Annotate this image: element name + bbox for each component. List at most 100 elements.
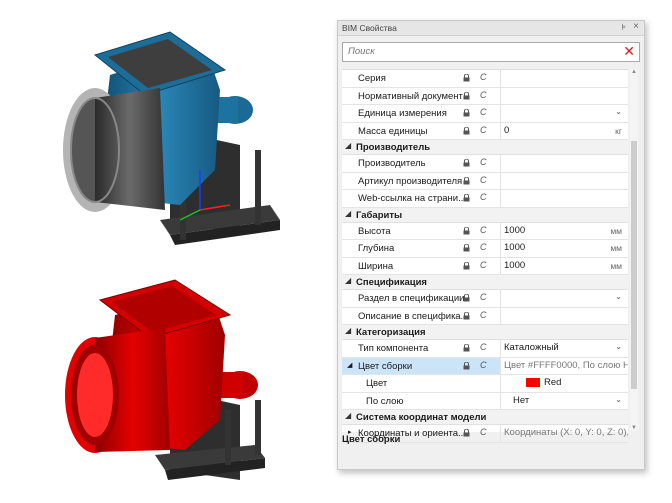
lock-icon — [463, 361, 470, 373]
collapse-triangle-icon[interactable]: ◢ — [345, 209, 351, 218]
color-name: Red — [544, 377, 562, 388]
description-title: Цвет сборки — [342, 434, 401, 445]
calculated-icon: C — [480, 427, 487, 437]
property-value[interactable]: Red — [500, 375, 628, 392]
pin-icon[interactable]: ⊧ — [621, 22, 626, 33]
property-value[interactable]: Координаты (X: 0, Y: 0, Z: 0), Пов — [500, 425, 628, 442]
calculated-icon: C — [480, 242, 487, 252]
panel-title: BIM Свойства — [342, 23, 397, 33]
property-row[interactable]: Артикул производителя C — [342, 172, 628, 190]
lock-icon — [463, 176, 470, 188]
unit-label: кг — [615, 125, 622, 136]
property-row[interactable]: Тип компонента C Каталожный ⌄ — [342, 340, 628, 358]
category-dimensions[interactable]: ◢ Габариты — [342, 207, 628, 223]
property-row[interactable]: Ширина C 1000 мм — [342, 257, 628, 275]
vertical-scrollbar[interactable]: ▲ ▼ — [630, 69, 638, 431]
property-name: Артикул производителя — [358, 175, 463, 187]
lock-icon — [463, 158, 470, 170]
chevron-down-icon[interactable]: ⌄ — [615, 342, 622, 351]
property-name: Масса единицы — [358, 125, 428, 137]
property-value[interactable]: Каталожный — [500, 340, 628, 357]
property-row[interactable]: Нормативный документ C — [342, 87, 628, 105]
chevron-down-icon[interactable]: ⌄ — [615, 395, 622, 404]
lock-icon — [463, 343, 470, 355]
property-row[interactable]: Серия C — [342, 70, 628, 88]
property-row[interactable]: Раздел в спецификации C ⌄ — [342, 290, 628, 308]
property-grid: Серия C Нормативный документ C Единица и… — [342, 69, 628, 443]
scroll-down-icon[interactable]: ▼ — [630, 425, 638, 431]
property-value[interactable]: 1000 — [500, 240, 628, 257]
collapse-triangle-icon[interactable]: ◢ — [345, 411, 351, 420]
property-row[interactable]: По слою Нет ⌄ — [342, 392, 628, 410]
property-value[interactable] — [500, 70, 628, 87]
category-coordinate-system[interactable]: ◢ Система координат модели — [342, 410, 628, 425]
calculated-icon: C — [480, 157, 487, 167]
property-row[interactable]: Web-ссылка на страни... C — [342, 190, 628, 208]
property-name: Цвет сборки — [358, 360, 413, 372]
category-label: Категоризация — [356, 327, 426, 338]
property-row-selected[interactable]: ◢ Цвет сборки C Цвет #FFFF0000, По слою … — [342, 357, 628, 375]
property-value[interactable] — [500, 172, 628, 189]
calculated-icon: C — [480, 359, 487, 370]
property-value[interactable] — [500, 290, 628, 307]
scroll-up-icon[interactable]: ▲ — [630, 69, 638, 75]
property-value[interactable] — [500, 105, 628, 122]
property-value[interactable]: 1000 — [500, 222, 628, 239]
property-value[interactable] — [500, 87, 628, 104]
chevron-down-icon[interactable]: ⌄ — [615, 107, 622, 116]
property-value[interactable]: 1000 — [500, 257, 628, 274]
lock-icon — [463, 108, 470, 120]
property-name: Единица измерения — [358, 108, 447, 119]
lock-icon — [463, 193, 470, 205]
collapse-triangle-icon[interactable]: ◢ — [347, 361, 352, 369]
property-name: По слою — [366, 395, 404, 407]
category-label: Габариты — [356, 209, 403, 221]
unit-label: мм — [610, 243, 622, 253]
search-input[interactable] — [343, 43, 598, 59]
lock-icon — [463, 293, 470, 305]
collapse-triangle-icon[interactable]: ◢ — [345, 326, 351, 335]
calculated-icon: C — [480, 309, 487, 320]
property-name: Глубина — [358, 243, 395, 254]
property-row[interactable]: Описание в спецификa... C — [342, 307, 628, 325]
property-name: Раздел в спецификации — [358, 293, 465, 304]
category-manufacturer[interactable]: ◢ Производитель — [342, 140, 628, 155]
property-row[interactable]: Цвет Red — [342, 375, 628, 393]
unit-label: мм — [610, 225, 622, 236]
collapse-triangle-icon[interactable]: ◢ — [345, 276, 351, 285]
property-name: Описание в спецификa... — [358, 310, 466, 322]
lock-icon — [463, 261, 470, 273]
calculated-icon: C — [480, 224, 487, 235]
model-viewport[interactable] — [40, 20, 310, 490]
property-value[interactable] — [500, 307, 628, 324]
scrollbar-thumb[interactable] — [631, 141, 637, 389]
property-name: Нормативный документ — [358, 90, 463, 102]
property-value[interactable] — [500, 155, 628, 172]
collapse-triangle-icon[interactable]: ◢ — [345, 141, 351, 150]
red-fan-model — [65, 279, 265, 480]
property-row[interactable]: Глубина C 1000 мм — [342, 240, 628, 258]
property-value[interactable]: 0 — [500, 122, 628, 139]
property-name: Ширина — [358, 260, 394, 272]
category-label: Производитель — [356, 142, 431, 153]
calculated-icon: C — [480, 124, 487, 135]
chevron-down-icon[interactable]: ⌄ — [615, 292, 622, 301]
property-name: Серия — [358, 73, 386, 84]
search-box: ✕ — [342, 42, 640, 62]
fan-models-illustration — [63, 31, 280, 480]
property-value[interactable] — [500, 190, 628, 207]
property-row[interactable]: Производитель C — [342, 155, 628, 173]
calculated-icon: C — [480, 342, 487, 352]
property-row[interactable]: Масса единицы C 0 кг — [342, 122, 628, 140]
lock-icon — [463, 91, 470, 103]
category-specification[interactable]: ◢ Спецификация — [342, 275, 628, 290]
property-value[interactable]: Нет — [500, 392, 628, 409]
category-categorization[interactable]: ◢ Категоризация — [342, 325, 628, 340]
calculated-icon: C — [480, 174, 487, 185]
clear-search-icon[interactable]: ✕ — [623, 43, 635, 59]
lock-icon — [463, 126, 470, 138]
close-icon[interactable]: × — [633, 21, 639, 32]
property-value[interactable]: Цвет #FFFF0000, По слою Нет — [500, 357, 628, 374]
property-row[interactable]: Высота C 1000 мм — [342, 222, 628, 240]
property-row[interactable]: Единица измерения C ⌄ — [342, 105, 628, 123]
